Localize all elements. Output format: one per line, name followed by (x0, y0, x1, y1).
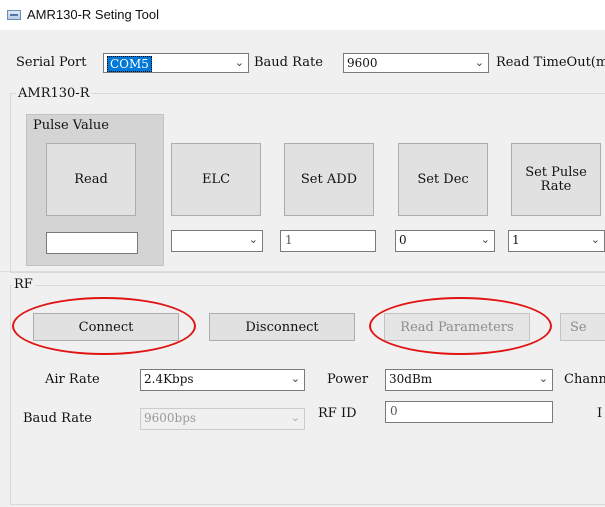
baud-rate-label: Baud Rate (254, 55, 323, 70)
elc-select[interactable]: ⌄ (171, 230, 263, 252)
read-timeout-label: Read TimeOut(ms) (496, 55, 605, 70)
chevron-down-icon: ⌄ (234, 56, 244, 69)
chevron-down-icon: ⌄ (290, 372, 300, 385)
set-add-value: 1 (285, 233, 293, 247)
air-rate-label: Air Rate (45, 372, 100, 387)
set-dec-value: 0 (399, 233, 407, 247)
set-pulse-rate-button[interactable]: Set Pulse Rate (511, 143, 601, 216)
set-parameters-button[interactable]: Se (560, 313, 605, 341)
serial-port-value: COM5 (107, 56, 152, 72)
set-add-field[interactable]: 1 (280, 230, 376, 252)
baud-rate-select[interactable]: 9600 ⌄ (343, 53, 489, 73)
chevron-down-icon: ⌄ (290, 411, 300, 424)
read-button[interactable]: Read (46, 143, 136, 216)
rf-baud-rate-value: 9600bps (144, 411, 197, 425)
read-value-field[interactable] (46, 232, 138, 254)
rf-id-value: 0 (390, 404, 398, 418)
amr-group-title: AMR130-R (16, 86, 92, 101)
set-add-button[interactable]: Set ADD (284, 143, 374, 216)
rf-baud-rate-label: Baud Rate (23, 411, 92, 426)
pulse-rate-select[interactable]: 1 ⌄ (508, 230, 605, 252)
rf-group-title: RF (12, 277, 35, 292)
chevron-down-icon: ⌄ (538, 372, 548, 385)
app-icon (7, 10, 21, 20)
disconnect-button[interactable]: Disconnect (209, 313, 355, 341)
read-parameters-button[interactable]: Read Parameters (384, 313, 530, 341)
baud-rate-value: 9600 (347, 56, 378, 70)
chevron-down-icon: ⌄ (590, 233, 600, 246)
chevron-down-icon: ⌄ (248, 233, 258, 246)
set-dec-button[interactable]: Set Dec (398, 143, 488, 216)
air-rate-value: 2.4Kbps (144, 372, 194, 386)
serial-port-label: Serial Port (16, 55, 87, 70)
channel-label: Chann (564, 372, 605, 387)
connect-button[interactable]: Connect (33, 313, 179, 341)
serial-port-select[interactable]: COM5 ⌄ (103, 53, 249, 73)
pulse-value-title: Pulse Value (31, 118, 111, 133)
chevron-down-icon: ⌄ (474, 56, 484, 69)
window-title: AMR130-R Seting Tool (27, 7, 159, 22)
rf-id-label: RF ID (318, 406, 357, 421)
window-titlebar: AMR130-R Seting Tool (0, 0, 605, 30)
rf-id-field[interactable]: 0 (385, 401, 553, 423)
pulse-rate-value: 1 (512, 233, 520, 247)
group-separator (0, 271, 605, 272)
set-dec-select[interactable]: 0 ⌄ (395, 230, 495, 252)
power-value: 30dBm (389, 372, 433, 386)
elc-button[interactable]: ELC (171, 143, 261, 216)
partial-right-label: I (597, 406, 603, 421)
power-select[interactable]: 30dBm ⌄ (385, 369, 553, 391)
power-label: Power (327, 372, 369, 387)
air-rate-select[interactable]: 2.4Kbps ⌄ (140, 369, 305, 391)
chevron-down-icon: ⌄ (480, 233, 490, 246)
rf-baud-rate-select[interactable]: 9600bps ⌄ (140, 408, 305, 430)
